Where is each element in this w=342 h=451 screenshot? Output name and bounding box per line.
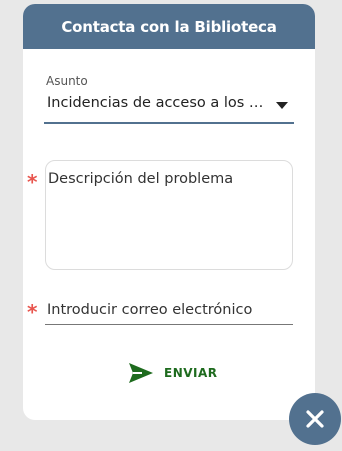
contact-panel: Contacta con la Biblioteca Asunto Incide… (23, 4, 315, 420)
send-label: ENVIAR (164, 366, 218, 380)
subject-select[interactable]: Incidencias de acceso a los recursos ele… (44, 92, 294, 124)
panel-title: Contacta con la Biblioteca (61, 17, 277, 36)
description-textarea[interactable]: Descripción del problema (45, 160, 293, 270)
required-marker-email: * (27, 300, 38, 324)
send-icon (129, 363, 153, 383)
subject-label: Asunto (46, 74, 88, 88)
stage: Contacta con la Biblioteca Asunto Incide… (0, 0, 342, 451)
close-icon (306, 410, 324, 428)
required-marker-description: * (27, 170, 38, 194)
email-input[interactable]: Introducir correo electrónico (45, 300, 293, 325)
email-placeholder: Introducir correo electrónico (47, 302, 253, 318)
close-button[interactable] (289, 393, 341, 445)
description-placeholder: Descripción del problema (48, 171, 234, 187)
panel-header: Contacta con la Biblioteca (23, 4, 315, 49)
subject-select-value: Incidencias de acceso a los recursos ele… (47, 95, 269, 111)
send-button[interactable]: ENVIAR (128, 360, 218, 386)
chevron-down-icon (276, 102, 288, 109)
